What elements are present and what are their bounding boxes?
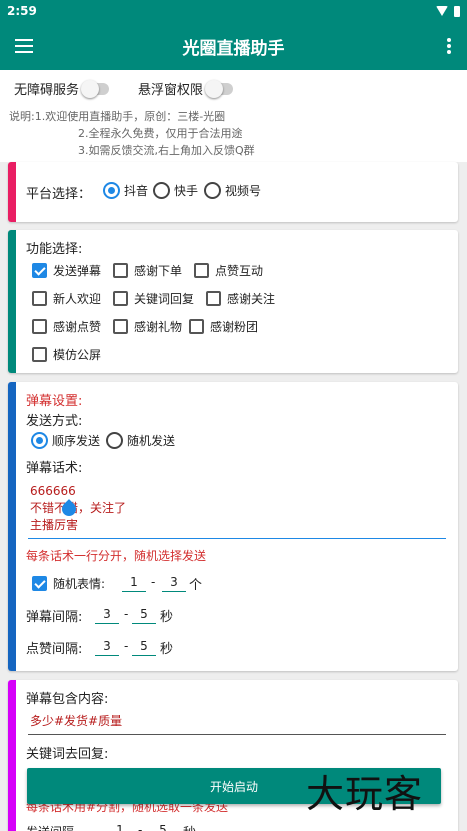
function-keyword-reply[interactable]: 关键词回复 [113,290,194,307]
interval-unit: 秒 [160,610,174,625]
checkbox-icon [194,263,209,278]
like-interval-max-input[interactable]: 5 [132,639,156,656]
overlay-switch-row: 悬浮窗权限 [138,79,234,98]
permission-switches: 无障碍服务 悬浮窗权限 [0,70,467,106]
checkbox-icon [32,347,47,362]
radio-icon [106,432,123,449]
like-interval-label: 点赞间隔: [26,642,83,657]
interval-min-input[interactable]: 3 [95,607,119,624]
checkbox-icon [32,291,47,306]
script-line: 主播厉害 [30,518,79,532]
functions-card: 功能选择: 发送弹幕 感谢下单 点赞互动 新人欢迎 关键词回复 感谢关注 感谢点… [8,230,458,373]
send-mode-random[interactable]: 随机发送 [106,432,175,449]
danmu-card-stripe [8,382,16,671]
random-emoji-max-input[interactable]: 3 [162,575,186,592]
checkbox-icon [32,319,47,334]
status-bar: 2:59 [0,0,467,22]
checkbox-icon [113,263,128,278]
function-thank-like[interactable]: 感谢点赞 [32,318,101,335]
keyword-interval-min-input[interactable]: 1 [108,823,132,831]
checkbox-checked-icon [32,576,47,591]
like-interval-min-input[interactable]: 3 [95,639,119,656]
intro-line-1: 说明:1.欢迎使用直播助手，原创：三楼-光圈 [9,110,226,123]
script-line: 不错不错，关注了 [30,501,127,515]
accessibility-label: 无障碍服务 [14,83,80,98]
app-title: 光圈直播助手 [182,38,285,59]
functions-card-stripe [8,230,16,373]
overlay-label: 悬浮窗权限 [138,83,204,98]
platform-card: 平台选择： 抖音 快手 视频号 [8,162,458,222]
random-emoji-checkbox[interactable]: 随机表情: [32,575,105,592]
reply-label: 关键词去回复: [26,747,109,762]
platform-option-video[interactable]: 视频号 [204,182,261,199]
like-interval-unit: 秒 [160,642,174,657]
random-emoji-unit: 个 [189,578,203,593]
checkbox-icon [113,319,128,334]
checkbox-icon [206,291,221,306]
function-thank-gift[interactable]: 感谢礼物 [113,318,182,335]
function-imitate-screen[interactable]: 模仿公屏 [32,346,101,363]
function-thank-follow[interactable]: 感谢关注 [206,290,275,307]
functions-label: 功能选择: [26,242,83,257]
intro-line-3: 3.如需反馈交流,右上角加入反馈Q群 [78,144,255,157]
radio-icon [204,182,221,199]
script-hint: 每条话术一行分开，随机选择发送 [26,549,207,563]
interval-label: 弹幕间隔: [26,610,83,625]
contains-input[interactable]: 多少#发货#质量 [28,713,446,735]
platform-option-douyin[interactable]: 抖音 [103,182,148,199]
watermark: 大玩客 [306,772,424,816]
checkbox-icon [189,319,204,334]
function-like-interact[interactable]: 点赞互动 [194,262,263,279]
platform-label: 平台选择： [26,187,92,202]
radio-icon [153,182,170,199]
accessibility-switch[interactable] [81,79,110,98]
function-thank-order[interactable]: 感谢下单 [113,262,182,279]
platform-card-stripe [8,162,16,222]
checkbox-icon [113,291,128,306]
more-options-icon[interactable] [447,38,451,54]
script-line: 666666 [30,484,76,498]
script-label: 弹幕话术: [26,461,83,476]
accessibility-switch-row: 无障碍服务 [14,79,110,98]
overlay-switch[interactable] [205,79,234,98]
intro-text: 说明:1.欢迎使用直播助手，原创：三楼-光圈 2.全程永久免费，仅用于合法用途 … [0,106,467,162]
wifi-icon [436,6,448,16]
app-bar: 光圈直播助手 [0,22,467,70]
platform-option-kuaishou[interactable]: 快手 [153,182,198,199]
keyword-card-stripe [8,680,16,831]
keyword-interval-max-input[interactable]: 5 [151,823,175,831]
script-textarea[interactable]: 666666 不错不错，关注了 主播厉害 [28,483,446,539]
radio-selected-icon [31,432,48,449]
interval-max-input[interactable]: 5 [132,607,156,624]
function-thank-fanclub[interactable]: 感谢粉团 [189,318,258,335]
danmu-settings-card: 弹幕设置: 发送方式: 顺序发送 随机发送 弹幕话术: 666666 不错不错，… [8,382,458,671]
contains-label: 弹幕包含内容: [26,692,109,707]
intro-line-2: 2.全程永久免费，仅用于合法用途 [78,127,243,140]
keyword-interval-unit: 秒 [183,822,196,831]
send-mode-sequential[interactable]: 顺序发送 [31,432,100,449]
danmu-settings-title: 弹幕设置: [26,394,83,409]
send-mode-label: 发送方式: [26,414,83,429]
function-send-danmu[interactable]: 发送弹幕 [32,262,101,279]
checkbox-checked-icon [32,263,47,278]
radio-selected-icon [103,182,120,199]
function-welcome-new[interactable]: 新人欢迎 [32,290,101,307]
keyword-interval-label: 发送间隔 [26,823,74,831]
status-time: 2:59 [7,4,37,18]
battery-icon [454,5,460,17]
random-emoji-min-input[interactable]: 1 [122,575,146,592]
